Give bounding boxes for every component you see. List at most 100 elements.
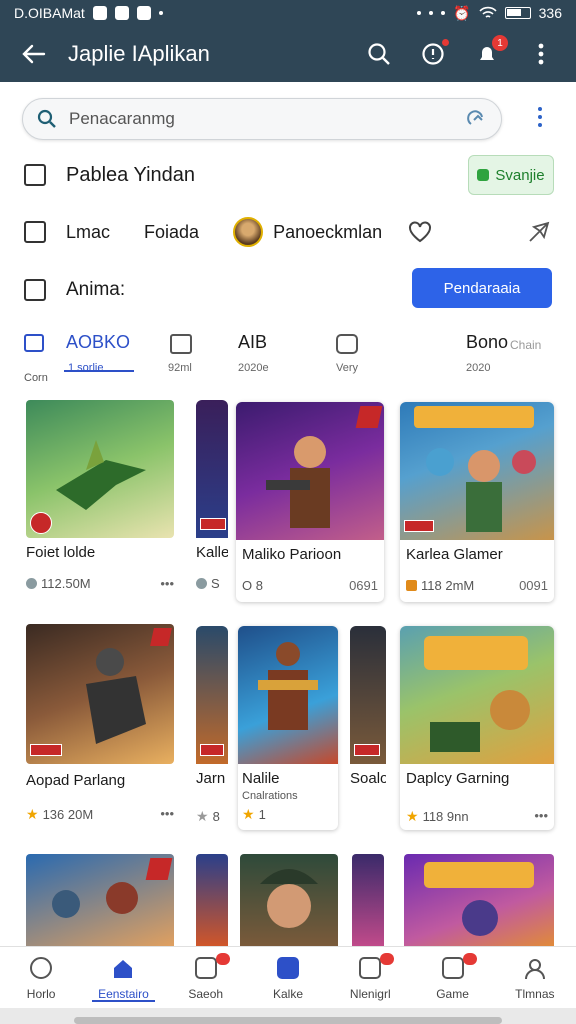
alarm-icon: ⏰ — [453, 4, 471, 21]
nav-badge — [462, 953, 477, 965]
gesture-bar — [0, 1008, 576, 1024]
status-left-text: D.OIBAMat — [14, 5, 85, 21]
game-art — [26, 624, 174, 764]
nav-badge — [380, 953, 395, 965]
tab-4[interactable]: Very — [336, 326, 386, 386]
nav-home[interactable]: Horlo — [0, 947, 82, 1008]
game-art — [400, 626, 554, 764]
search-more-button[interactable] — [530, 107, 550, 127]
game-icon — [441, 957, 464, 979]
nav-game[interactable]: Game — [411, 947, 493, 1008]
anime-label: Anima: — [66, 279, 126, 300]
tab-aobko[interactable]: AOBKO 1 sorlie Corn — [24, 326, 144, 386]
battery-icon — [504, 7, 531, 19]
game-more[interactable]: ••• — [160, 576, 174, 591]
game-more[interactable]: 0691 — [349, 578, 378, 593]
house-icon — [114, 960, 133, 978]
game-card[interactable]: Karlea Glamer 118 2mM 0091 — [400, 402, 554, 602]
game-name: Kalle — [196, 544, 228, 561]
game-name: Maliko Parioon — [242, 546, 342, 563]
game-card[interactable] — [404, 854, 554, 946]
notifications-button[interactable]: 1 — [474, 35, 508, 67]
nav-label: Saeoh — [188, 987, 224, 1001]
game-meta: O 8 — [242, 578, 263, 593]
filter-chip-2[interactable]: Foiada — [144, 222, 199, 243]
filter-row: Lmac Foiada Panoeckmlan — [24, 212, 554, 252]
game-meta: 118 2mM — [406, 578, 474, 593]
home-icon — [30, 957, 53, 979]
game-art — [26, 400, 174, 538]
tab-bono[interactable]: Bono Chain 2020 — [466, 326, 570, 386]
nav-label: Nlenigrl — [349, 987, 391, 1001]
tab-sub: Very — [336, 362, 359, 374]
search-button[interactable] — [366, 41, 392, 67]
heart-icon[interactable] — [408, 221, 432, 243]
avatar[interactable] — [233, 217, 264, 247]
tab-aib[interactable]: AIB 2020e — [238, 326, 298, 386]
save-button[interactable]: Svanjie — [468, 155, 554, 195]
save-button-label: Svanjie — [495, 166, 545, 184]
game-card[interactable]: Nalile Cnalrations ★ 1 — [238, 626, 338, 830]
dots-icon — [417, 11, 422, 15]
tab-corner-label: Corn — [24, 372, 48, 384]
grid-icon — [276, 957, 299, 979]
notification-badge: 1 — [492, 35, 508, 51]
game-more[interactable]: 0091 — [519, 578, 548, 593]
status-bar: D.OIBAMat ⏰ 336 — [0, 0, 576, 26]
game-art — [350, 626, 386, 764]
tab-2[interactable]: 92ml — [168, 326, 228, 386]
game-more[interactable]: ••• — [160, 806, 174, 821]
nav-grid[interactable]: Kalke — [247, 947, 329, 1008]
alert-icon — [422, 43, 444, 65]
game-more[interactable]: ••• — [534, 808, 548, 823]
game-art — [236, 402, 384, 540]
overflow-menu-button[interactable] — [528, 41, 554, 67]
game-card[interactable] — [196, 854, 228, 946]
alert-button[interactable] — [420, 39, 449, 67]
send-icon[interactable] — [528, 221, 550, 243]
section-title: Pablea Yindan — [66, 163, 196, 186]
primary-action-button[interactable]: Pendaraaia — [412, 268, 552, 308]
game-name: Karlea Glamer — [406, 546, 503, 563]
tab-label: AOBKO — [66, 332, 131, 352]
game-card[interactable]: Daplcy Garning ★ 118 9nn ••• — [400, 626, 554, 830]
nav-messages[interactable]: Nlenigrl — [329, 947, 411, 1008]
game-card[interactable] — [352, 854, 384, 946]
filter-chip-3[interactable]: Panoeckmlan — [273, 222, 382, 243]
game-name: Aopad Parlang — [26, 772, 126, 789]
search-box-icon — [194, 957, 217, 979]
search-bar[interactable]: Penacaranmg — [22, 98, 502, 140]
tab-sub: 92ml — [168, 362, 192, 374]
game-card[interactable] — [26, 854, 174, 946]
list-icon — [24, 279, 46, 301]
game-meta: S — [196, 576, 220, 591]
voice-search-icon[interactable] — [465, 108, 487, 130]
game-card[interactable]: Foiet lolde 112.50M ••• — [22, 400, 180, 602]
star-icon: ★ — [26, 806, 39, 822]
category-tabs: AOBKO 1 sorlie Corn 92ml AIB 2020e Very … — [0, 326, 576, 386]
game-card[interactable]: Jarn ★ 8 — [196, 626, 228, 830]
tab-sub: 2020 — [466, 362, 491, 374]
search-icon — [368, 43, 390, 65]
tab-label: AIB — [238, 332, 268, 352]
nav-profile[interactable]: Tlmnas — [494, 947, 576, 1008]
game-card[interactable] — [240, 854, 338, 946]
bottom-nav: Horlo Eenstairo Saeoh Kalke Nlenigrl Gam… — [0, 946, 576, 1008]
nav-label: Eenstairo — [98, 987, 149, 1001]
battery-level: 336 — [538, 5, 562, 21]
nav-search[interactable]: Saeoh — [165, 947, 247, 1008]
search-input[interactable]: Penacaranmg — [69, 109, 465, 129]
wifi-icon — [479, 6, 497, 18]
game-card[interactable]: Aopad Parlang ★ 136 20M ••• — [22, 624, 180, 830]
tab-box-icon — [24, 334, 44, 352]
game-card[interactable]: Kalle S — [196, 400, 228, 602]
game-card[interactable]: Maliko Parioon O 8 0691 — [236, 402, 384, 602]
filter-chip-1[interactable]: Lmac — [66, 222, 110, 243]
game-art — [400, 402, 554, 540]
rating-dot-icon — [26, 578, 37, 589]
game-meta: ★ 8 — [196, 808, 220, 824]
more-dot-icon — [158, 11, 163, 15]
nav-explore[interactable]: Eenstairo — [82, 947, 164, 1008]
game-card[interactable]: Soalo — [350, 626, 386, 830]
back-button[interactable] — [0, 26, 68, 82]
